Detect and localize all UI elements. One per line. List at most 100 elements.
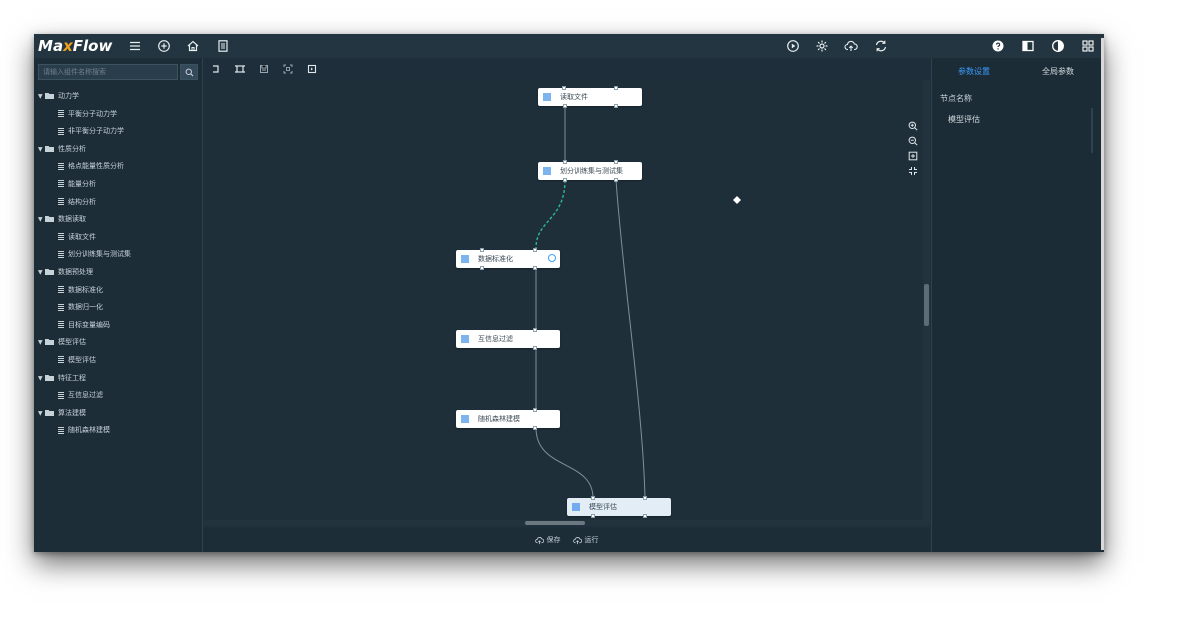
input-port[interactable] bbox=[533, 248, 537, 252]
input-port[interactable] bbox=[533, 408, 537, 412]
tree-leaf[interactable]: 目标变量编码 bbox=[34, 317, 202, 335]
fullscreen-icon[interactable] bbox=[281, 62, 295, 76]
tree-folder[interactable]: ▼ 特征工程 bbox=[34, 370, 202, 388]
search-button[interactable] bbox=[180, 64, 198, 80]
input-port[interactable] bbox=[533, 328, 537, 332]
canvas-horizontal-scrollbar[interactable] bbox=[203, 520, 923, 526]
output-port[interactable] bbox=[533, 426, 537, 430]
component-sidebar: ▼动力学 平衡分子动力学 非平衡分子动力学 ▼性质分析 格点能量性质分析 能量分… bbox=[34, 58, 203, 552]
grid-apps-icon[interactable] bbox=[1079, 37, 1097, 55]
output-port[interactable] bbox=[563, 178, 567, 182]
flow-node-split-dataset[interactable]: 划分训练集与测试集 bbox=[538, 160, 642, 182]
output-port[interactable] bbox=[614, 104, 618, 108]
tree-leaf[interactable]: 模型评估 bbox=[34, 352, 202, 370]
fit-view-icon[interactable] bbox=[907, 150, 919, 162]
tree-folder[interactable]: ▼ 数据预处理 bbox=[34, 264, 202, 282]
search-icon bbox=[185, 68, 193, 76]
tree-leaf[interactable]: 划分训练集与测试集 bbox=[34, 246, 202, 264]
tree-leaf[interactable]: 格点能量性质分析 bbox=[34, 158, 202, 176]
zoom-out-icon[interactable] bbox=[907, 135, 919, 147]
output-port[interactable] bbox=[480, 266, 484, 270]
settings-gear-icon[interactable] bbox=[813, 37, 831, 55]
run-button[interactable]: 运行 bbox=[572, 535, 599, 545]
component-icon bbox=[58, 198, 64, 206]
zoom-in-icon[interactable] bbox=[907, 120, 919, 132]
layout-panel-icon[interactable] bbox=[1019, 37, 1037, 55]
tree-leaf[interactable]: 随机森林建模 bbox=[34, 422, 202, 440]
tree-folder[interactable]: ▼ 模型评估 bbox=[34, 334, 202, 352]
tree-folder[interactable]: ▼ 数据读取 bbox=[34, 211, 202, 229]
cloud-run-icon bbox=[572, 536, 582, 544]
flow-node-model-eval[interactable]: 模型评估 bbox=[567, 496, 671, 518]
canvas-vertical-scrollbar[interactable] bbox=[923, 80, 930, 526]
add-circle-icon[interactable] bbox=[155, 37, 173, 55]
flow-node-random-forest[interactable]: 随机森林建模 bbox=[456, 408, 560, 430]
app-logo[interactable]: MaxFlow bbox=[38, 37, 112, 55]
input-port[interactable] bbox=[643, 496, 647, 500]
node-name-label: 节点名称 bbox=[940, 94, 972, 103]
output-port[interactable] bbox=[533, 266, 537, 270]
horizontal-scroll-thumb[interactable] bbox=[525, 521, 585, 525]
tab-global-params[interactable]: 全局参数 bbox=[1042, 66, 1074, 77]
node-table-icon bbox=[538, 162, 556, 180]
play-circle-icon[interactable] bbox=[784, 37, 802, 55]
document-icon[interactable] bbox=[214, 37, 232, 55]
node-table-icon bbox=[456, 410, 474, 428]
component-icon bbox=[58, 233, 64, 241]
tree-folder[interactable]: ▼ 动力学 bbox=[34, 88, 202, 106]
flow-node-mutual-info-filter[interactable]: 互信息过滤 bbox=[456, 328, 560, 350]
tab-params[interactable]: 参数设置 bbox=[958, 66, 990, 77]
vertical-scroll-thumb[interactable] bbox=[924, 284, 929, 326]
input-port[interactable] bbox=[591, 496, 595, 500]
crop-icon[interactable] bbox=[233, 62, 247, 76]
tree-leaf[interactable]: 互信息过滤 bbox=[34, 387, 202, 405]
tree-folder[interactable]: ▼ 算法建模 bbox=[34, 405, 202, 423]
tree-folder[interactable]: ▼ 性质分析 bbox=[34, 141, 202, 159]
tree-leaf[interactable]: 数据归一化 bbox=[34, 299, 202, 317]
tree-leaf[interactable]: 非平衡分子动力学 bbox=[34, 123, 202, 141]
input-port[interactable] bbox=[480, 248, 484, 252]
component-search-input[interactable] bbox=[38, 64, 178, 80]
tree-leaf[interactable]: 平衡分子动力学 bbox=[34, 106, 202, 124]
home-icon[interactable] bbox=[184, 37, 202, 55]
help-icon[interactable] bbox=[989, 37, 1007, 55]
export-icon[interactable] bbox=[305, 62, 319, 76]
output-port[interactable] bbox=[533, 346, 537, 350]
node-name-value[interactable]: 模型评估 bbox=[948, 114, 980, 125]
cloud-upload-icon[interactable] bbox=[842, 37, 860, 55]
tree-leaf[interactable]: 数据标准化 bbox=[34, 282, 202, 300]
input-port[interactable] bbox=[562, 86, 566, 90]
menu-icon[interactable] bbox=[126, 37, 144, 55]
save-icon[interactable] bbox=[257, 62, 271, 76]
component-icon bbox=[58, 180, 64, 188]
canvas-toolbar bbox=[203, 58, 930, 80]
input-port[interactable] bbox=[614, 86, 618, 90]
component-icon bbox=[58, 286, 64, 294]
component-icon bbox=[58, 110, 64, 118]
flow-canvas[interactable]: 读取文件 划分训练集与测试集 数据标准化 互信息过滤 随机森林建模 模型评估 bbox=[203, 80, 930, 526]
output-port[interactable] bbox=[563, 104, 567, 108]
refresh-icon[interactable] bbox=[872, 37, 890, 55]
tree-leaf[interactable]: 结构分析 bbox=[34, 194, 202, 212]
undo-icon[interactable] bbox=[209, 62, 223, 76]
component-icon bbox=[58, 321, 64, 329]
component-icon bbox=[58, 162, 64, 170]
tree-leaf[interactable]: 能量分析 bbox=[34, 176, 202, 194]
input-port[interactable] bbox=[614, 160, 618, 164]
node-table-icon bbox=[456, 250, 474, 268]
flow-node-standardize[interactable]: 数据标准化 bbox=[456, 248, 560, 270]
output-port[interactable] bbox=[614, 178, 618, 182]
output-port[interactable] bbox=[643, 514, 647, 518]
input-port[interactable] bbox=[563, 160, 567, 164]
collapse-icon[interactable] bbox=[907, 165, 919, 177]
flow-node-read-file[interactable]: 读取文件 bbox=[538, 86, 642, 108]
properties-scrollbar[interactable] bbox=[1091, 108, 1093, 153]
component-icon bbox=[58, 426, 64, 434]
save-button[interactable]: 保存 bbox=[534, 535, 561, 545]
caret-down-icon: ▼ bbox=[38, 409, 43, 417]
caret-down-icon: ▼ bbox=[38, 374, 43, 382]
node-table-icon bbox=[456, 330, 474, 348]
tree-leaf[interactable]: 读取文件 bbox=[34, 229, 202, 247]
contrast-icon[interactable] bbox=[1049, 37, 1067, 55]
output-port[interactable] bbox=[591, 514, 595, 518]
